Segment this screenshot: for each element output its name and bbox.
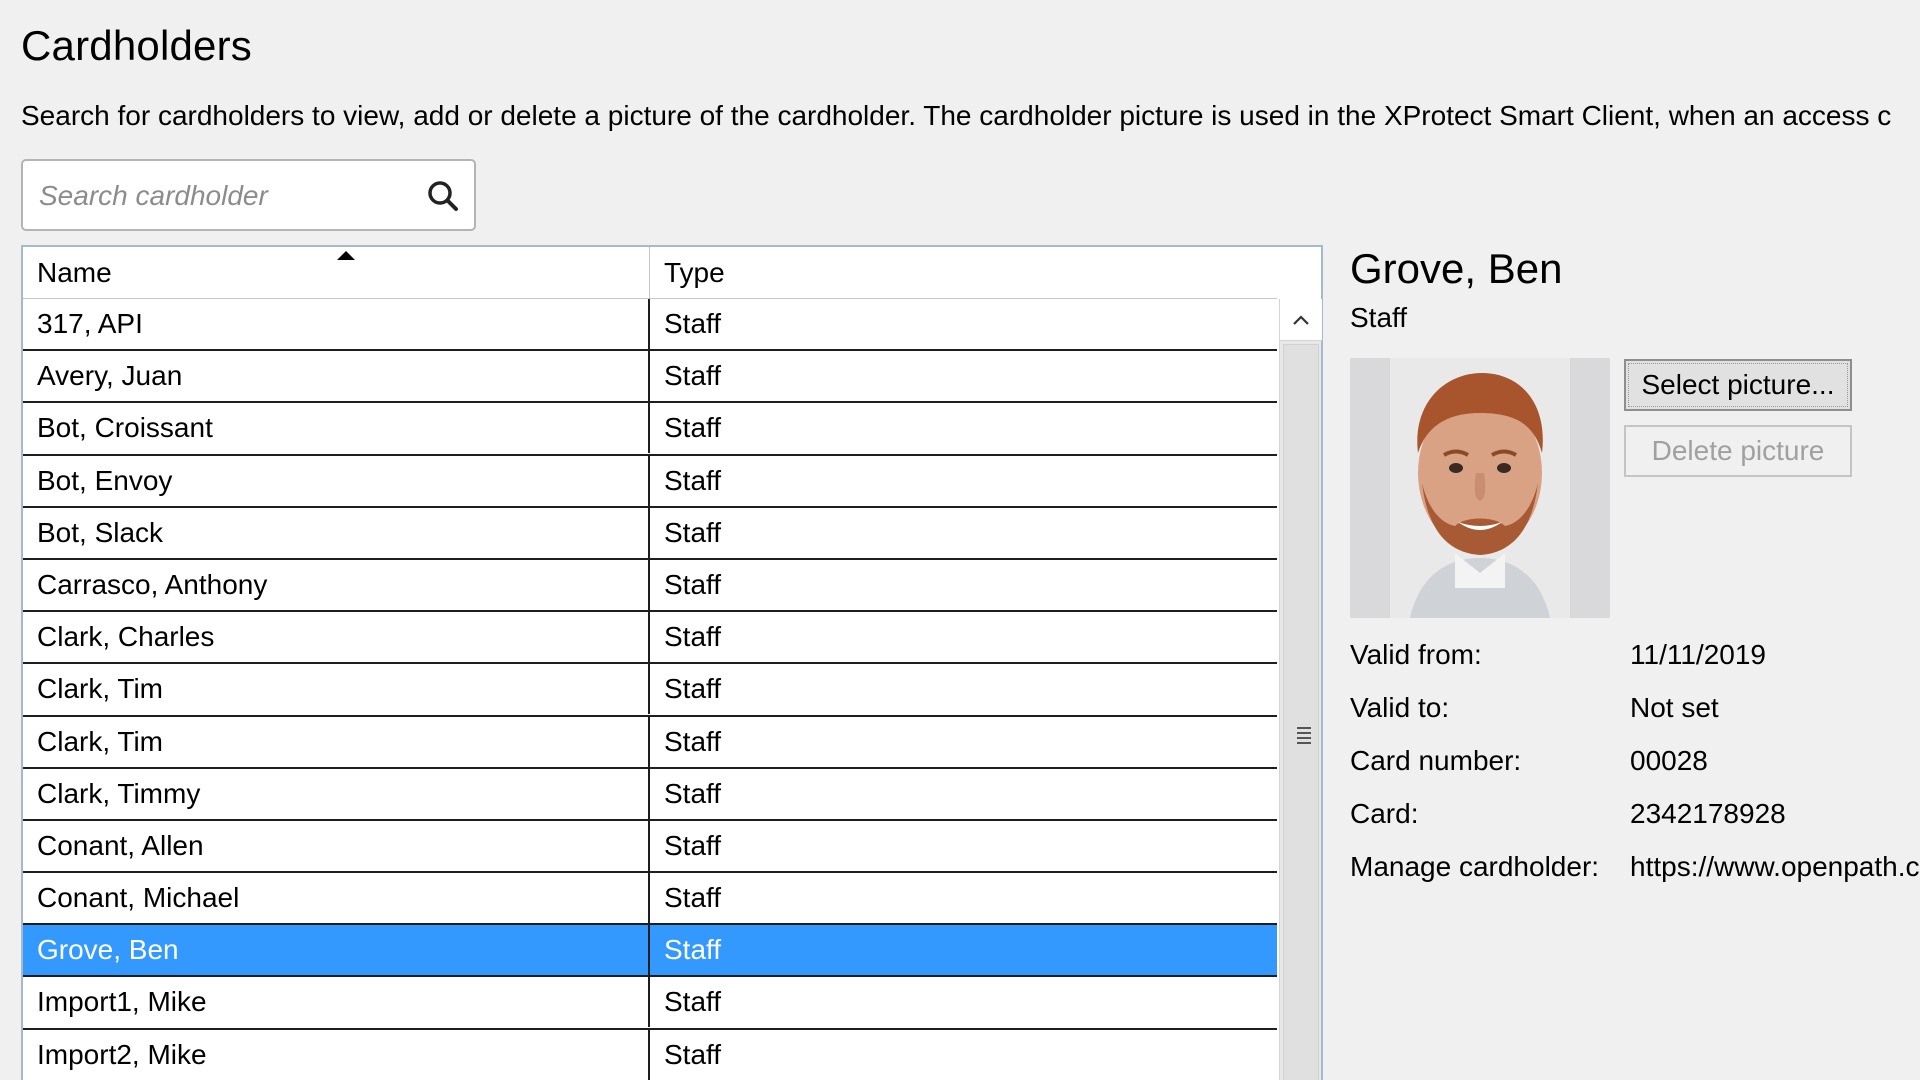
cardholder-table: Name Type 317, API Staff Avery, Juan Staff… xyxy=(21,245,1323,1080)
cell-name: Import2, Mike xyxy=(23,1029,650,1080)
cell-name: Clark, Tim xyxy=(23,716,650,767)
scroll-up-button[interactable] xyxy=(1280,299,1322,341)
table-row[interactable]: Carrasco, Anthony Staff xyxy=(23,559,1277,613)
search-icon[interactable] xyxy=(426,179,460,213)
table-row[interactable]: 317, API Staff xyxy=(23,299,1277,352)
cell-type: Staff xyxy=(664,412,722,444)
cell-type: Staff xyxy=(664,621,722,653)
search-input[interactable] xyxy=(39,175,419,217)
grip-icon xyxy=(1297,727,1311,745)
info-value: 00028 xyxy=(1630,745,1708,776)
table-row[interactable]: Clark, Tim Staff xyxy=(23,664,1277,717)
info-value: 11/11/2019 xyxy=(1630,639,1766,670)
cardholder-info: Valid from: 11/11/2019 Valid to: Not set… xyxy=(1350,633,1920,898)
column-header-type-label: Type xyxy=(664,257,725,288)
table-header: Name Type xyxy=(23,247,1277,299)
info-manage-cardholder: Manage cardholder: https://www.openpath.… xyxy=(1350,845,1920,898)
cardholder-photo xyxy=(1350,358,1610,618)
cell-type: Staff xyxy=(664,464,722,496)
table-row[interactable]: Bot, Croissant Staff xyxy=(23,403,1277,456)
column-header-name-label: Name xyxy=(37,257,112,288)
cell-type: Staff xyxy=(664,516,722,548)
cell-type: Staff xyxy=(664,725,722,757)
cell-name: Avery, Juan xyxy=(23,351,650,402)
info-label: Valid to: xyxy=(1350,692,1450,723)
page-title: Cardholders xyxy=(21,22,252,69)
cell-type: Staff xyxy=(664,1038,722,1070)
search-box xyxy=(21,159,476,231)
cell-name: Bot, Envoy xyxy=(23,455,650,506)
cell-name: Import1, Mike xyxy=(23,977,650,1028)
table-rows: 317, API Staff Avery, Juan Staff Bot, Croi… xyxy=(23,299,1277,1080)
table-row[interactable]: Import1, Mike Staff xyxy=(23,977,1277,1030)
info-label: Valid from: xyxy=(1350,639,1482,670)
cell-name: Grove, Ben xyxy=(23,925,650,976)
manage-cardholder-link[interactable]: https://www.openpath.c xyxy=(1630,845,1920,889)
info-card: Card: 2342178928 xyxy=(1350,792,1920,845)
cell-type: Staff xyxy=(664,777,722,809)
table-row[interactable]: Clark, Timmy Staff xyxy=(23,768,1277,821)
scroll-thumb[interactable] xyxy=(1283,344,1319,1080)
cell-name: Clark, Charles xyxy=(23,612,650,663)
table-row[interactable]: Import2, Mike Staff xyxy=(23,1029,1277,1080)
table-row[interactable]: Conant, Allen Staff xyxy=(23,820,1277,874)
cell-name: Conant, Allen xyxy=(23,820,650,871)
info-valid-from: Valid from: 11/11/2019 xyxy=(1350,633,1920,686)
cell-type: Staff xyxy=(664,568,722,600)
info-value: 2342178928 xyxy=(1630,798,1786,829)
page-description: Search for cardholders to view, add or d… xyxy=(21,100,1892,131)
info-card-number: Card number: 00028 xyxy=(1350,739,1920,792)
cell-type: Staff xyxy=(664,934,722,966)
table-row[interactable]: Clark, Charles Staff xyxy=(23,612,1277,665)
cardholders-page: Cardholders Search for cardholders to vi… xyxy=(0,0,1920,1080)
info-label: Card: xyxy=(1350,798,1419,829)
info-valid-to: Valid to: Not set xyxy=(1350,686,1920,739)
table-row[interactable]: Bot, Envoy Staff xyxy=(23,455,1277,508)
cell-type: Staff xyxy=(664,360,722,392)
table-row[interactable]: Avery, Juan Staff xyxy=(23,351,1277,404)
cell-type: Staff xyxy=(664,986,722,1018)
cell-name: Bot, Croissant xyxy=(23,403,650,454)
info-label: Card number: xyxy=(1350,745,1522,776)
cell-name: Carrasco, Anthony xyxy=(23,559,650,610)
select-picture-button[interactable]: Select picture... xyxy=(1624,359,1852,411)
cell-type: Staff xyxy=(664,673,722,705)
table-row[interactable]: Bot, Slack Staff xyxy=(23,507,1277,560)
cardholder-name: Grove, Ben xyxy=(1350,245,1563,292)
info-label: Manage cardholder: xyxy=(1350,851,1600,882)
table-scrollbar[interactable] xyxy=(1279,299,1322,1080)
chevron-up-icon xyxy=(1293,314,1309,325)
table-row[interactable]: Grove, Ben Staff xyxy=(23,925,1277,978)
cell-name: Clark, Tim xyxy=(23,664,650,715)
info-value: Not set xyxy=(1630,692,1719,723)
cell-type: Staff xyxy=(664,308,722,339)
cell-name: Conant, Michael xyxy=(23,873,650,924)
cardholder-portrait-image xyxy=(1350,358,1610,618)
cell-name: Clark, Timmy xyxy=(23,768,650,819)
cell-name: 317, API xyxy=(23,299,650,349)
cell-type: Staff xyxy=(664,882,722,914)
table-row[interactable]: Clark, Tim Staff xyxy=(23,716,1277,769)
sort-ascending-icon xyxy=(337,251,355,260)
cell-type: Staff xyxy=(664,829,722,861)
cell-name: Bot, Slack xyxy=(23,507,650,558)
column-header-type[interactable]: Type xyxy=(650,247,1277,299)
delete-picture-button: Delete picture xyxy=(1624,425,1852,477)
cardholder-type: Staff xyxy=(1350,302,1408,333)
table-row[interactable]: Conant, Michael Staff xyxy=(23,873,1277,926)
